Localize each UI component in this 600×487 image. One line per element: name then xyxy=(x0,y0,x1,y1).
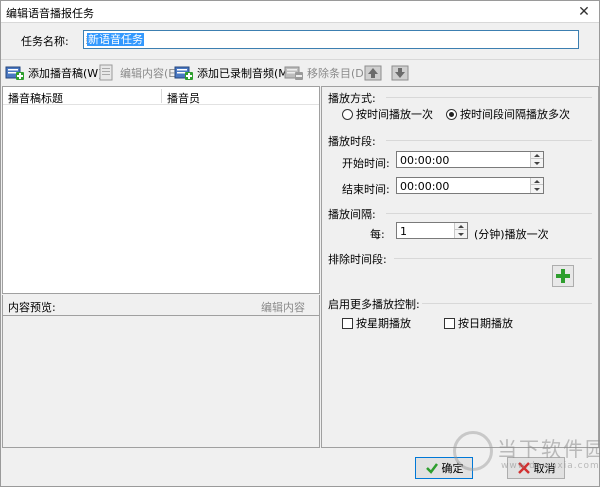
radio-play-interval-label: 按时间段间隔播放多次 xyxy=(460,108,570,121)
end-time-label: 结束时间: xyxy=(342,183,390,196)
ok-label: 确定 xyxy=(441,462,464,475)
interval-spinner xyxy=(454,223,467,238)
play-period-divider xyxy=(386,140,592,141)
checkbox-by-date-label: 按日期播放 xyxy=(458,317,513,330)
preview-label: 内容预览: xyxy=(8,301,56,314)
arrow-up-icon xyxy=(534,154,540,157)
ok-button[interactable]: 确定 xyxy=(415,457,473,479)
end-time-up-button[interactable] xyxy=(531,178,543,185)
interval-up-button[interactable] xyxy=(455,223,467,230)
arrow-down-icon xyxy=(534,162,540,165)
cancel-label: 取消 xyxy=(533,462,556,475)
end-time-spinner xyxy=(530,178,543,193)
remove-item-button[interactable]: 移除条目(D) xyxy=(284,62,368,84)
play-mode-divider xyxy=(386,97,592,98)
plus-icon xyxy=(556,269,570,283)
end-time-down-button[interactable] xyxy=(531,186,543,193)
exclude-divider xyxy=(394,258,592,259)
remove-item-label: 移除条目(D) xyxy=(307,67,369,80)
start-time-value: 00:00:00 xyxy=(400,154,450,167)
remove-item-icon xyxy=(284,64,304,82)
preview-edit-link[interactable]: 编辑内容 xyxy=(261,299,305,315)
interval-title: 播放间隔: xyxy=(328,208,376,221)
play-mode-title: 播放方式: xyxy=(328,92,376,105)
task-name-input[interactable] xyxy=(83,30,579,49)
window-title: 编辑语音播报任务 xyxy=(6,7,94,20)
add-script-icon xyxy=(5,64,25,82)
interval-down-button[interactable] xyxy=(455,231,467,238)
more-control-title: 启用更多播放控制: xyxy=(328,298,420,311)
checkbox-by-date-box xyxy=(444,317,455,329)
radio-play-interval-indicator xyxy=(446,108,457,120)
start-time-label: 开始时间: xyxy=(342,157,390,170)
move-down-icon xyxy=(391,64,411,82)
close-icon[interactable]: ✕ xyxy=(573,2,595,22)
edit-content-label: 编辑内容(E) xyxy=(120,67,180,80)
cancel-button[interactable]: 取消 xyxy=(507,457,565,479)
interval-every-label: 每: xyxy=(370,228,385,241)
end-time-value: 00:00:00 xyxy=(400,180,450,193)
column-divider[interactable] xyxy=(161,89,162,103)
exclude-title: 排除时间段: xyxy=(328,253,387,266)
task-name-row: 任务名称: 新语音任务 xyxy=(1,23,599,57)
interval-divider xyxy=(386,213,592,214)
start-time-input[interactable]: 00:00:00 xyxy=(396,151,544,168)
column-title[interactable]: 播音稿标题 xyxy=(8,90,63,106)
checkmark-icon xyxy=(425,461,439,475)
script-list[interactable]: 播音稿标题 播音员 xyxy=(2,86,320,294)
move-down-button[interactable] xyxy=(391,62,414,84)
more-control-divider xyxy=(422,303,592,304)
title-bar: 编辑语音播报任务 ✕ xyxy=(1,1,599,23)
interval-value: 1 xyxy=(400,225,407,238)
cancel-x-icon xyxy=(517,461,531,475)
list-header: 播音稿标题 播音员 xyxy=(3,87,319,105)
column-announcer[interactable]: 播音员 xyxy=(167,90,200,106)
move-up-button[interactable] xyxy=(364,62,387,84)
radio-play-once[interactable]: 按时间播放一次 xyxy=(342,106,433,122)
checkbox-by-week-box xyxy=(342,317,353,329)
start-time-up-button[interactable] xyxy=(531,152,543,159)
content-preview-area xyxy=(2,315,320,448)
arrow-down-icon xyxy=(534,188,540,191)
settings-panel: 播放方式: 按时间播放一次 按时间段间隔播放多次 播放时段: 开始时间: 00:… xyxy=(321,86,599,448)
arrow-down-icon xyxy=(458,233,464,236)
interval-input[interactable]: 1 xyxy=(396,222,468,239)
add-script-label: 添加播音稿(W) xyxy=(28,67,103,80)
start-time-down-button[interactable] xyxy=(531,160,543,167)
add-recorded-audio-button[interactable]: 添加已录制音频(M) xyxy=(174,62,292,84)
checkbox-by-date[interactable]: 按日期播放 xyxy=(444,315,513,331)
checkbox-by-week[interactable]: 按星期播放 xyxy=(342,315,411,331)
add-exclude-period-button[interactable] xyxy=(552,265,574,287)
arrow-up-icon xyxy=(458,225,464,228)
task-name-label: 任务名称: xyxy=(21,35,69,48)
move-up-icon xyxy=(364,64,384,82)
dialog-footer: 确定 取消 xyxy=(1,449,599,486)
play-period-title: 播放时段: xyxy=(328,135,376,148)
edit-content-button[interactable]: 编辑内容(E) xyxy=(97,62,180,84)
end-time-input[interactable]: 00:00:00 xyxy=(396,177,544,194)
radio-play-once-indicator xyxy=(342,108,353,120)
checkbox-by-week-label: 按星期播放 xyxy=(356,317,411,330)
add-recorded-audio-label: 添加已录制音频(M) xyxy=(197,67,293,80)
edit-document-icon xyxy=(97,64,117,82)
preview-header: 内容预览: 编辑内容 xyxy=(2,295,320,315)
dialog-window: 编辑语音播报任务 ✕ 任务名称: 新语音任务 添加播音稿(W) xyxy=(0,0,600,487)
start-time-spinner xyxy=(530,152,543,167)
arrow-up-icon xyxy=(534,180,540,183)
interval-suffix: (分钟)播放一次 xyxy=(474,228,549,241)
add-audio-icon xyxy=(174,64,194,82)
add-script-button[interactable]: 添加播音稿(W) xyxy=(5,62,102,84)
radio-play-interval[interactable]: 按时间段间隔播放多次 xyxy=(446,106,570,122)
toolbar: 添加播音稿(W) 编辑内容(E) 添加已录制音频(M) 移除条目(D) xyxy=(1,59,599,85)
radio-play-once-label: 按时间播放一次 xyxy=(356,108,433,121)
